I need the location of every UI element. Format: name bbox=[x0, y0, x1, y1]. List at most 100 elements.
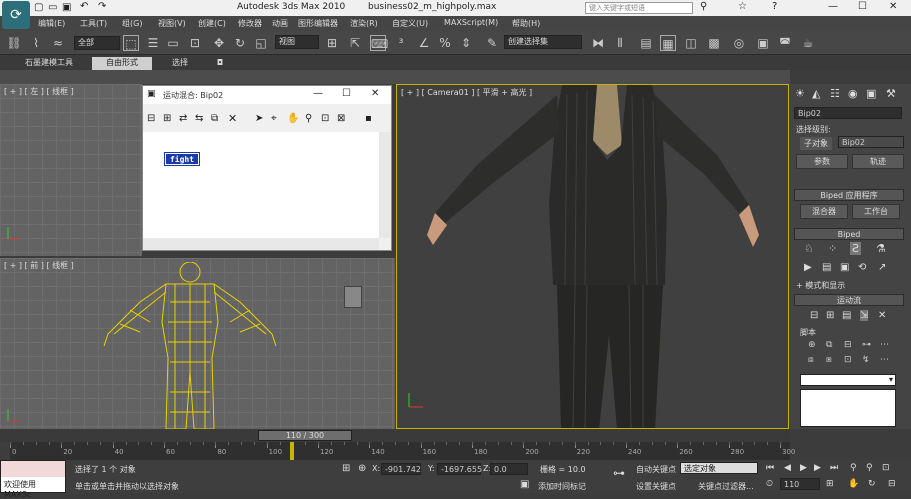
mixer-zoom-icon[interactable]: ⚲ bbox=[305, 113, 312, 124]
spinner-snap-icon[interactable]: ⇕ bbox=[458, 35, 474, 51]
maximize-button[interactable]: ☐ bbox=[858, 1, 867, 12]
create-tab-icon[interactable]: ☀ bbox=[795, 87, 805, 100]
reference-coordinate-dropdown[interactable]: 视图 bbox=[275, 35, 319, 49]
mixer-delete-icon[interactable]: ✕ bbox=[228, 112, 237, 125]
mixer-pan-icon[interactable]: ✋ bbox=[287, 113, 299, 124]
mixer-add-icon[interactable]: ⊞ bbox=[163, 113, 171, 124]
align-icon[interactable]: ⫴ bbox=[612, 35, 628, 51]
mixer-zoom-region-icon[interactable]: ⌖ bbox=[271, 113, 277, 124]
named-selection-dropdown[interactable]: 创建选择集 bbox=[504, 35, 582, 49]
next-frame-icon[interactable]: ▶ bbox=[814, 463, 821, 473]
viewport-camera[interactable]: [ + ] [ Camera01 ] [ 平滑 + 高光 ] bbox=[396, 84, 789, 429]
material-editor-icon[interactable]: ◎ bbox=[731, 35, 747, 51]
pan-icon[interactable]: ✋ bbox=[848, 479, 859, 489]
script-dropdown[interactable]: ▾ bbox=[800, 374, 896, 386]
maximize-viewport-icon[interactable]: ⊟ bbox=[888, 479, 896, 489]
biped-playback-icon[interactable]: ▶ bbox=[804, 262, 812, 273]
script-set-icon[interactable]: ⧆ bbox=[826, 355, 832, 365]
time-slider-track[interactable] bbox=[0, 429, 790, 442]
menu-help[interactable]: 帮助(H) bbox=[512, 18, 540, 29]
object-name-field[interactable]: Bip02 bbox=[794, 107, 902, 119]
graphite-toggle-icon[interactable]: ▦ bbox=[660, 35, 676, 51]
pivot-center-icon[interactable]: ⊞ bbox=[324, 35, 340, 51]
script-list[interactable] bbox=[800, 389, 896, 427]
maxscript-listener[interactable]: 欢迎使用 MAXSc bbox=[0, 460, 66, 499]
sub-object-field[interactable]: Bip02 bbox=[838, 136, 904, 148]
wireframe-character[interactable] bbox=[100, 262, 280, 429]
mixer-save-icon[interactable]: ▪ bbox=[365, 113, 372, 124]
key-filters-button[interactable]: 关键点过滤器... bbox=[698, 481, 754, 492]
horizontal-scrollbar[interactable] bbox=[143, 238, 379, 250]
rect-selection-icon[interactable]: ▭ bbox=[165, 35, 181, 51]
scale-icon[interactable]: ◱ bbox=[253, 35, 269, 51]
keyboard-shortcut-icon[interactable]: ⌨ bbox=[370, 35, 388, 51]
dialog-minimize-button[interactable]: — bbox=[313, 88, 323, 99]
script-transition-icon[interactable]: ⊶ bbox=[862, 340, 871, 350]
z-coordinate-field[interactable]: 0.0 bbox=[490, 463, 528, 475]
time-slider[interactable]: 110 / 300 bbox=[258, 430, 352, 441]
curve-editor-icon[interactable]: ◫ bbox=[683, 35, 699, 51]
layer-manager-icon[interactable]: ▤ bbox=[638, 35, 654, 51]
save-file-icon[interactable]: ▣ bbox=[62, 2, 71, 13]
rollout-biped-apps[interactable]: Biped 应用程序 bbox=[794, 189, 904, 201]
camera-object-icon[interactable] bbox=[344, 286, 362, 308]
edit-named-selection-icon[interactable]: ✎ bbox=[484, 35, 500, 51]
tab-selection[interactable]: 选择 bbox=[160, 57, 200, 70]
dialog-close-button[interactable]: ✕ bbox=[371, 88, 379, 99]
window-crossing-icon[interactable]: ⊡ bbox=[187, 35, 203, 51]
select-object-icon[interactable]: ⬚ bbox=[123, 35, 139, 51]
y-coordinate-field[interactable]: -1697.655 bbox=[437, 463, 482, 475]
redo-icon[interactable]: ↷ bbox=[98, 1, 106, 12]
workbench-button[interactable]: 工作台 bbox=[852, 204, 900, 219]
script-insert-icon[interactable]: ⊕ bbox=[808, 340, 816, 350]
snap-toggle-icon[interactable]: ³ bbox=[393, 35, 409, 51]
figure-mode-icon[interactable]: ♘ bbox=[804, 242, 814, 255]
time-tag-icon[interactable]: ▣ bbox=[520, 479, 529, 490]
rotate-icon[interactable]: ↻ bbox=[232, 35, 248, 51]
display-tab-icon[interactable]: ▣ bbox=[866, 87, 876, 100]
menu-rendering[interactable]: 渲染(R) bbox=[350, 18, 378, 29]
percent-snap-icon[interactable]: % bbox=[437, 35, 453, 51]
mirror-icon[interactable]: ⧓ bbox=[590, 35, 606, 51]
tab-freeform[interactable]: 自由形式 bbox=[92, 57, 152, 70]
motion-flow-delete-icon[interactable]: ✕ bbox=[878, 310, 886, 321]
menu-edit[interactable]: 编辑(E) bbox=[38, 18, 65, 29]
menu-create[interactable]: 创建(C) bbox=[198, 18, 226, 29]
zoom-icon[interactable]: ⚲ bbox=[850, 463, 857, 473]
mixer-fit-icon[interactable]: ⊠ bbox=[337, 113, 345, 124]
schematic-view-icon[interactable]: ▩ bbox=[706, 35, 722, 51]
script-trim-icon[interactable]: ⊟ bbox=[844, 340, 852, 350]
zoom-all-icon[interactable]: ⚲ bbox=[866, 463, 873, 473]
select-manipulate-icon[interactable]: ⇱ bbox=[347, 35, 363, 51]
add-time-tag[interactable]: 添加时间标记 bbox=[538, 481, 586, 492]
link-icon[interactable]: ⛓ bbox=[6, 35, 22, 51]
hierarchy-tab-icon[interactable]: ☷ bbox=[830, 87, 840, 100]
lock-selection-icon[interactable]: ⊞ bbox=[342, 463, 350, 474]
app-logo-icon[interactable]: ⟳ bbox=[2, 1, 30, 29]
mixer-track-icon[interactable]: ⊟ bbox=[147, 113, 155, 124]
motion-flow-select-icon[interactable]: ⇲ bbox=[860, 310, 869, 321]
suit-character[interactable] bbox=[417, 85, 777, 429]
move-all-icon[interactable]: ↗ bbox=[878, 262, 886, 273]
motion-tab-icon[interactable]: ◉ bbox=[848, 87, 858, 100]
menu-maxscript[interactable]: MAXScript(M) bbox=[444, 18, 498, 27]
bind-space-warp-icon[interactable]: ≈ bbox=[50, 35, 66, 51]
help-star-icon[interactable]: ☆ bbox=[738, 1, 747, 12]
script-next-icon[interactable]: ⧈ bbox=[808, 355, 814, 365]
mixer-select-icon[interactable]: ➤ bbox=[255, 113, 263, 124]
convert-icon[interactable]: ⟲ bbox=[858, 262, 866, 273]
create-clip-icon[interactable]: ⊞ bbox=[826, 310, 834, 321]
script-clear-icon[interactable]: ↯ bbox=[862, 355, 870, 365]
frame-ruler[interactable]: 0 20 40 60 80 100 120 140 160 180 200 220 240 260 280 3… bbox=[10, 442, 795, 460]
menu-modifiers[interactable]: 修改器 bbox=[238, 18, 262, 29]
key-filter-dropdown[interactable]: 选定对象 bbox=[680, 462, 758, 474]
modify-tab-icon[interactable]: ◭ bbox=[812, 87, 820, 100]
zoom-extents-icon[interactable]: ⊡ bbox=[882, 463, 890, 473]
rollout-biped[interactable]: Biped bbox=[794, 228, 904, 240]
save-file-icon[interactable]: ▣ bbox=[840, 262, 849, 273]
move-icon[interactable]: ✥ bbox=[211, 35, 227, 51]
goto-end-icon[interactable]: ⏭ bbox=[830, 463, 838, 473]
viewport-label[interactable]: [ + ] [ 左 ] [ 线框 ] bbox=[4, 86, 74, 97]
selection-filter-dropdown[interactable]: 全部 bbox=[74, 36, 120, 50]
render-production-icon[interactable]: ☕ bbox=[800, 35, 816, 51]
